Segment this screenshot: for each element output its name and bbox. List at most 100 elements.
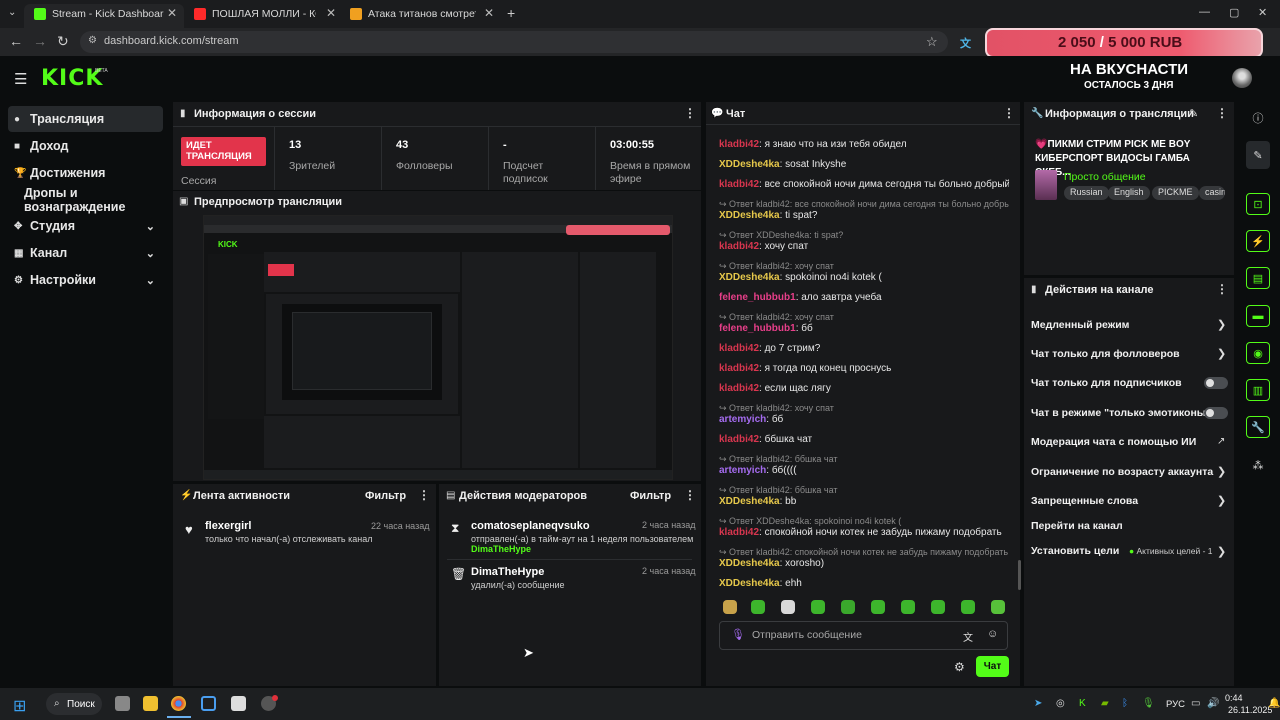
kick-tray-icon[interactable]: K (1079, 698, 1086, 709)
broadcast-icon[interactable]: ◉ (1246, 342, 1270, 364)
url-text[interactable]: dashboard.kick.com/stream (104, 35, 239, 47)
tab-2[interactable]: Атака титанов смотреть онлайн (350, 4, 476, 24)
mod-target-user[interactable]: DimaTheHype (471, 544, 531, 554)
tag-casino[interactable]: casin (1199, 186, 1225, 200)
chat-username[interactable]: kladbi42 (719, 343, 759, 354)
more-options-icon[interactable]: ⋮ (1216, 106, 1228, 120)
action-ai-moderation[interactable]: Модерация чата с помощью ИИ (1031, 436, 1196, 448)
chevron-right-icon[interactable]: ❯ (1217, 465, 1226, 478)
tag-pickme[interactable]: PICKME (1152, 186, 1199, 200)
emote-icon[interactable] (781, 600, 795, 614)
tab-search-icon[interactable]: ⌄ (8, 7, 16, 18)
chat-scrollbar[interactable] (1018, 560, 1021, 590)
emote-icon[interactable] (961, 600, 975, 614)
chevron-right-icon[interactable]: ❯ (1217, 318, 1226, 331)
clipboard-icon[interactable]: ▤ (1246, 267, 1270, 289)
action-account-age[interactable]: Ограничение по возрасту аккаунта (1031, 466, 1213, 478)
sidebar-item-achievements[interactable]: 🏆 Достижения (8, 160, 163, 186)
category-name[interactable]: Просто общение (1064, 171, 1146, 183)
maximize-button[interactable]: ▢ (1229, 6, 1239, 19)
clock-time[interactable]: 0:44 (1225, 693, 1243, 703)
chevron-right-icon[interactable]: ❯ (1217, 545, 1226, 558)
site-info-icon[interactable]: ⚙ (88, 35, 97, 46)
send-chat-button[interactable]: Чат (976, 656, 1009, 677)
sidebar-item-studio[interactable]: ✥ Студия ⌄ (8, 213, 163, 239)
mod-filter-button[interactable]: Фильтр (630, 490, 671, 502)
emote-icon[interactable] (751, 600, 765, 614)
close-icon[interactable]: ✕ (326, 6, 336, 20)
chat-bubble-icon[interactable]: ▬ (1246, 305, 1270, 327)
clock-date[interactable]: 26.11.2025 (1228, 705, 1272, 715)
bluetooth-icon[interactable]: ᛒ (1122, 698, 1128, 709)
chat-username[interactable]: XDDeshe4ka (719, 558, 780, 569)
minimize-button[interactable]: — (1199, 6, 1210, 18)
emote-icon[interactable] (871, 600, 885, 614)
emote-icon[interactable] (841, 600, 855, 614)
close-icon[interactable]: ✕ (167, 6, 177, 20)
chat-username[interactable]: kladbi42 (719, 179, 759, 190)
forward-icon[interactable]: → (33, 33, 47, 49)
edit-icon[interactable]: ✎ (1189, 107, 1198, 120)
stream-preview-video[interactable]: KICK (203, 215, 673, 480)
sidebar-item-revenue[interactable]: ■ Доход (8, 133, 163, 159)
chat-username[interactable]: felene_hubbub1 (719, 292, 796, 303)
chat-username[interactable]: kladbi42 (719, 363, 759, 374)
network-icon[interactable]: ▭ (1191, 698, 1200, 709)
subscribers-only-toggle[interactable] (1204, 377, 1228, 389)
avatar[interactable] (1232, 68, 1252, 88)
more-options-icon[interactable]: ⋮ (684, 488, 696, 502)
chat-username[interactable]: kladbi42 (719, 139, 759, 150)
lightning-icon[interactable]: ⚡ (1246, 230, 1270, 252)
menu-icon[interactable]: ☰ (14, 70, 27, 88)
tag-russian[interactable]: Russian (1064, 186, 1109, 200)
snipping-tool-icon[interactable] (201, 696, 216, 711)
chat-username[interactable]: kladbi42 (719, 241, 759, 252)
chrome-icon[interactable] (171, 696, 186, 711)
notification-bell-icon[interactable]: 🔔 (1268, 698, 1280, 709)
emote-icon[interactable] (931, 600, 945, 614)
more-options-icon[interactable]: ⋮ (684, 106, 696, 120)
add-widget-icon[interactable]: ⁂ (1246, 454, 1270, 476)
chat-username[interactable]: felene_hubbub1 (719, 323, 796, 334)
sidebar-item-broadcast[interactable]: ● Трансляция (8, 106, 163, 132)
chat-username[interactable]: XDDeshe4ka (719, 496, 780, 507)
action-banned-words[interactable]: Запрещенные слова (1031, 495, 1138, 507)
steam-icon[interactable]: ◎ (1056, 698, 1065, 709)
emote-icon[interactable] (811, 600, 825, 614)
chat-username[interactable]: kladbi42 (719, 383, 759, 394)
chat-username[interactable]: XDDeshe4ka (719, 272, 780, 283)
mod-user[interactable]: comatoseplaneqvsuko (471, 520, 590, 532)
telegram-icon[interactable]: ➤ (1034, 698, 1042, 709)
emote-icon[interactable] (991, 600, 1005, 614)
chat-username[interactable]: XDDeshe4ka (719, 159, 780, 170)
gear-icon[interactable]: ⚙ (954, 660, 965, 674)
chat-username[interactable]: artemyich (719, 465, 766, 476)
language-indicator[interactable]: РУС (1166, 699, 1185, 710)
chevron-right-icon[interactable]: ❯ (1217, 347, 1226, 360)
action-followers-only[interactable]: Чат только для фолловеров (1031, 348, 1180, 360)
category-thumbnail[interactable] (1035, 170, 1057, 200)
tab-1[interactable]: ПОШЛАЯ МОЛЛИ - КОНТРАКТ (194, 4, 316, 24)
tag-english[interactable]: English (1108, 186, 1150, 200)
edit-icon[interactable]: ✎ (1246, 144, 1270, 166)
external-link-icon[interactable]: ↗ (1217, 436, 1225, 447)
back-icon[interactable]: ← (9, 33, 23, 49)
wrench-icon[interactable]: 🔧 (1246, 416, 1270, 438)
chat-username[interactable]: kladbi42 (719, 527, 759, 538)
more-options-icon[interactable]: ⋮ (418, 488, 430, 502)
more-options-icon[interactable]: ⋮ (1216, 282, 1228, 296)
emote-icon[interactable] (723, 600, 737, 614)
reload-icon[interactable]: ↻ (57, 33, 69, 50)
chat-username[interactable]: artemyich (719, 414, 766, 425)
close-window-button[interactable]: ✕ (1258, 6, 1267, 19)
microphone-icon[interactable]: 🎙 (731, 628, 745, 641)
volume-icon[interactable]: 🔊 (1207, 698, 1219, 709)
more-options-icon[interactable]: ⋮ (1003, 106, 1015, 120)
translate-icon[interactable]: 文 (963, 629, 973, 644)
chevron-right-icon[interactable]: ❯ (1217, 494, 1226, 507)
sidebar-item-settings[interactable]: ⚙ Настройки ⌄ (8, 267, 163, 293)
chat-username[interactable]: kladbi42 (719, 434, 759, 445)
activity-user[interactable]: flexergirl (205, 520, 251, 532)
action-slow-mode[interactable]: Медленный режим (1031, 319, 1129, 331)
new-tab-button[interactable]: + (507, 5, 515, 21)
